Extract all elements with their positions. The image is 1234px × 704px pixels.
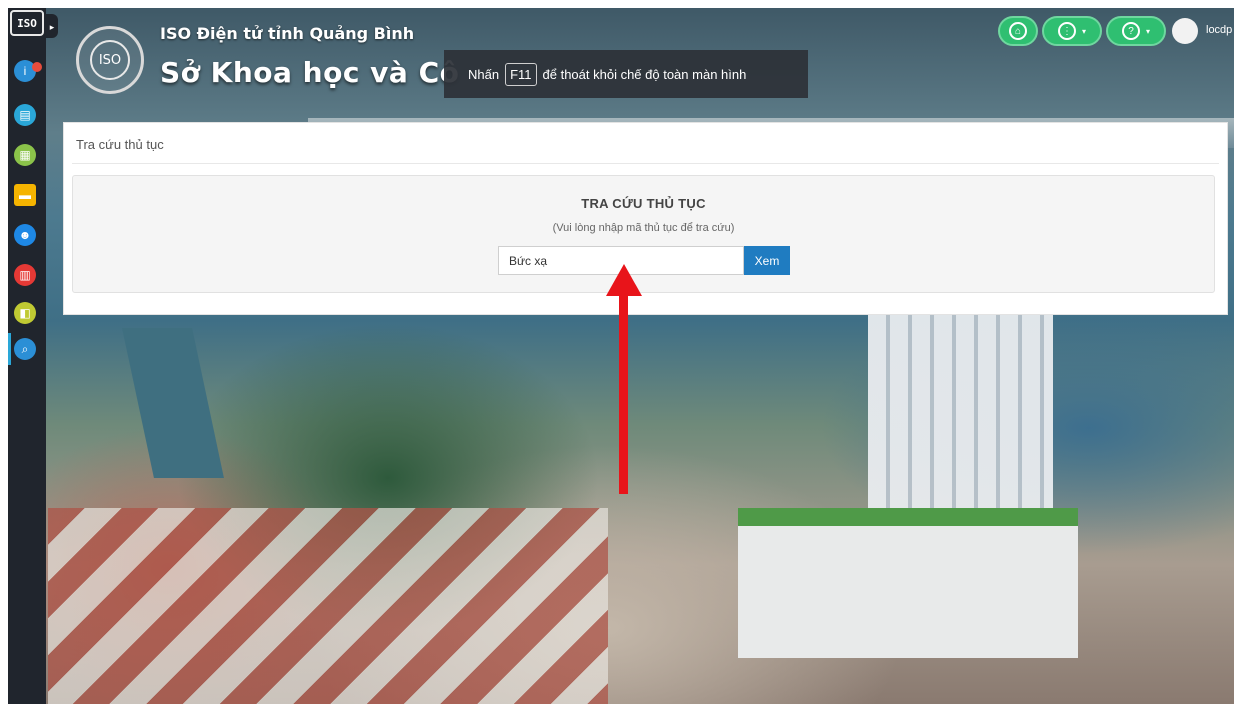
divider [72,163,1219,164]
background-building [738,508,1078,658]
search-box: TRA CỨU THỦ TỤC (Vui lòng nhập mã thủ tụ… [72,175,1215,293]
annotation-arrow [606,264,642,494]
fullscreen-toast: Nhấn F11 để thoát khỏi chế độ toàn màn h… [444,50,808,98]
home-icon: ⌂ [1009,22,1027,40]
site-title: Sở Khoa học và Cô [160,56,460,89]
iso-menu-button[interactable]: ISO [10,10,44,36]
toast-key: F11 [505,62,537,86]
help-button[interactable]: ? ▾ [1106,16,1166,46]
toast-message: để thoát khỏi chế độ toàn màn hình [542,66,747,82]
view-button[interactable]: Xem [744,246,790,275]
search-icon[interactable]: ⌕ [14,338,36,360]
search-heading: TRA CỨU THỦ TỤC [581,196,706,211]
clipboard-icon[interactable]: ▦ [14,144,36,166]
help-icon: ? [1121,22,1140,40]
app-screen: ISO i ▤ ▦ ▬ ☻ ▥ ◧ ⌕ ▸ ISO ISO Điện tử tỉ… [8,8,1234,704]
organization-logo: ISO [76,26,144,94]
report-icon[interactable]: ▥ [14,264,36,286]
users-icon[interactable]: ☻ [14,224,36,246]
logo-text: ISO [90,40,130,80]
apps-grid-icon: ⋮ [1057,22,1076,40]
background-canal [122,328,224,478]
archive-icon[interactable]: ◧ [14,302,36,324]
sidebar-toggle-caret-icon[interactable]: ▸ [46,14,58,38]
apps-button[interactable]: ⋮ ▾ [1042,16,1102,46]
background-rooftops [48,508,608,704]
search-hint: (Vui lòng nhập mã thủ tục để tra cứu) [552,222,735,234]
lookup-panel: Tra cứu thủ tục TRA CỨU THỦ TỤC (Vui lòn… [63,122,1228,315]
notification-dot [32,62,42,72]
left-sidebar: ISO i ▤ ▦ ▬ ☻ ▥ ◧ ⌕ [8,8,46,704]
site-subtitle: ISO Điện tử tỉnh Quảng Bình [160,24,415,43]
document-icon[interactable]: ▤ [14,104,36,126]
home-button[interactable]: ⌂ [998,16,1038,46]
avatar[interactable] [1172,18,1198,44]
sidebar-active-indicator [8,333,11,365]
background-tower [868,308,1053,538]
chevron-down-icon: ▾ [1081,26,1086,36]
breadcrumb: Tra cứu thủ tục [76,137,164,152]
user-name[interactable]: locdp [1206,24,1232,36]
toast-prefix: Nhấn [468,66,500,82]
chevron-down-icon: ▾ [1145,26,1150,36]
inbox-icon[interactable]: ▬ [14,184,36,206]
